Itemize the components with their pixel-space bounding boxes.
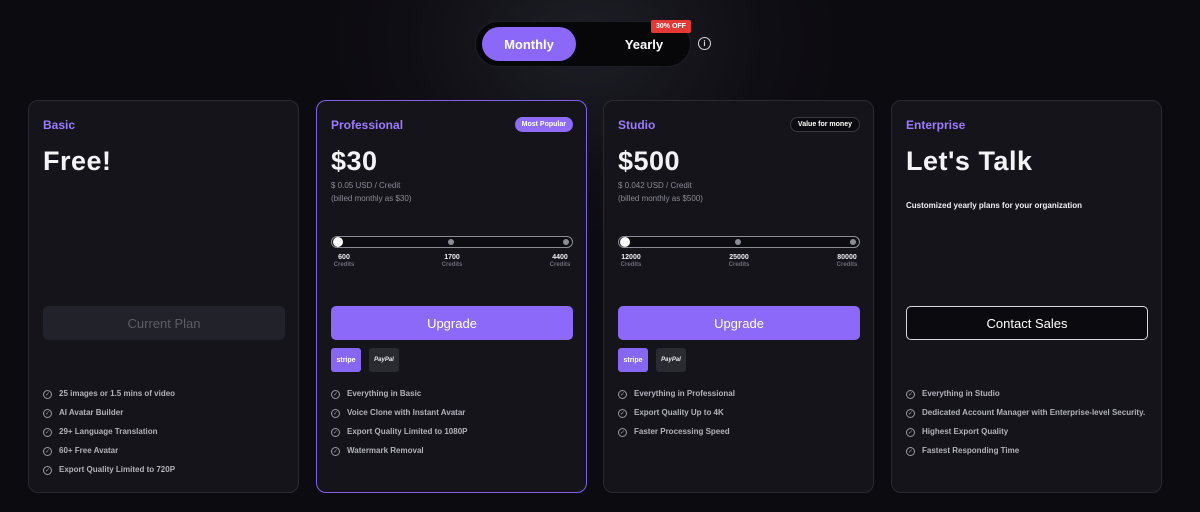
- feature-item: ✓ 29+ Language Translation: [43, 427, 158, 437]
- feature-list: ✓ Everything in Basic ✓ Voice Clone with I…: [331, 389, 576, 465]
- feature-list: ✓ Everything in Professional ✓ Export Qual…: [618, 389, 863, 446]
- check-circle-icon: ✓: [43, 466, 52, 475]
- plan-price: Free!: [43, 146, 112, 176]
- feature-item: ✓ Fastest Responding Time: [906, 446, 1020, 456]
- credits-slider[interactable]: [331, 236, 573, 248]
- feature-item: ✓ Watermark Removal: [331, 446, 424, 456]
- check-circle-icon: ✓: [906, 447, 915, 456]
- check-circle-icon: ✓: [43, 409, 52, 418]
- slider-step[interactable]: [448, 239, 454, 245]
- upgrade-button[interactable]: Upgrade: [331, 306, 573, 340]
- per-credit-price: $ 0.042 USD / Credit: [618, 181, 692, 190]
- billing-note: (billed monthly as $500): [618, 194, 703, 203]
- most-popular-badge: Most Popular: [514, 117, 573, 132]
- check-circle-icon: ✓: [618, 428, 627, 437]
- slider-tick: 12000 Credits: [620, 254, 642, 268]
- feature-item: ✓ Highest Export Quality: [906, 427, 1009, 437]
- slider-tick: 80000 Credits: [836, 254, 858, 268]
- slider-step[interactable]: [735, 239, 741, 245]
- slider-tick: 1700 Credits: [441, 254, 463, 268]
- paypal-logo[interactable]: PayPal: [656, 348, 686, 372]
- check-circle-icon: ✓: [906, 428, 915, 437]
- upgrade-button[interactable]: Upgrade: [618, 306, 860, 340]
- check-circle-icon: ✓: [43, 447, 52, 456]
- monthly-option[interactable]: Monthly: [482, 27, 576, 61]
- slider-tick: 25000 Credits: [728, 254, 750, 268]
- feature-item: ✓ Export Quality Limited to 720P: [43, 465, 176, 475]
- plan-name: Basic: [43, 118, 76, 132]
- plan-price: Let's Talk: [906, 146, 1033, 176]
- feature-item: ✓ Everything in Studio: [906, 389, 1000, 399]
- feature-item: ✓ 25 images or 1.5 mins of video: [43, 389, 176, 399]
- paypal-logo[interactable]: PayPal: [369, 348, 399, 372]
- plan-name: Studio: [618, 118, 656, 132]
- credits-slider[interactable]: [618, 236, 860, 248]
- check-circle-icon: ✓: [906, 390, 915, 399]
- feature-item: ✓ Everything in Professional: [618, 389, 735, 399]
- slider-step[interactable]: [563, 239, 569, 245]
- info-icon[interactable]: i: [698, 37, 711, 50]
- feature-item: ✓ Faster Processing Speed: [618, 427, 730, 437]
- plan-price: $500: [618, 146, 681, 176]
- check-circle-icon: ✓: [618, 409, 627, 418]
- feature-item: ✓ AI Avatar Builder: [43, 408, 124, 418]
- feature-item: ✓ Dedicated Account Manager with Enterpri…: [906, 408, 1146, 418]
- slider-handle[interactable]: [620, 237, 630, 247]
- discount-badge: 30% OFF: [651, 20, 691, 33]
- per-credit-price: $ 0.05 USD / Credit: [331, 181, 401, 190]
- plan-name: Enterprise: [906, 118, 966, 132]
- slider-step[interactable]: [850, 239, 856, 245]
- feature-item: ✓ 60+ Free Avatar: [43, 446, 119, 456]
- check-circle-icon: ✓: [618, 390, 627, 399]
- plan-card-professional: Professional Most Popular $30 $ 0.05 USD…: [316, 100, 587, 493]
- plan-card-studio: Studio Value for money $500 $ 0.042 USD …: [603, 100, 874, 493]
- slider-handle[interactable]: [333, 237, 343, 247]
- plan-name: Professional: [331, 118, 404, 132]
- check-circle-icon: ✓: [331, 447, 340, 456]
- plan-description: Customized yearly plans for your organiz…: [906, 201, 1083, 210]
- billing-note: (billed monthly as $30): [331, 194, 412, 203]
- feature-item: ✓ Export Quality Limited to 1080P: [331, 427, 468, 437]
- check-circle-icon: ✓: [43, 390, 52, 399]
- feature-list: ✓ Everything in Studio ✓ Dedicated Account…: [906, 389, 1151, 465]
- feature-item: ✓ Export Quality Up to 4K: [618, 408, 724, 418]
- stripe-logo[interactable]: stripe: [331, 348, 361, 372]
- feature-item: ✓ Voice Clone with Instant Avatar: [331, 408, 466, 418]
- plan-card-basic: Basic Free! Current Plan ✓ 25 images or 1…: [28, 100, 299, 493]
- check-circle-icon: ✓: [43, 428, 52, 437]
- plan-price: $30: [331, 146, 378, 176]
- check-circle-icon: ✓: [331, 428, 340, 437]
- current-plan-button[interactable]: Current Plan: [43, 306, 285, 340]
- check-circle-icon: ✓: [906, 409, 915, 418]
- check-circle-icon: ✓: [331, 409, 340, 418]
- plan-card-enterprise: Enterprise Let's Talk Customized yearly …: [891, 100, 1162, 493]
- contact-sales-button[interactable]: Contact Sales: [906, 306, 1148, 340]
- value-for-money-badge: Value for money: [789, 117, 860, 132]
- stripe-logo[interactable]: stripe: [618, 348, 648, 372]
- slider-tick: 4400 Credits: [549, 254, 571, 268]
- check-circle-icon: ✓: [331, 390, 340, 399]
- slider-tick: 600 Credits: [333, 254, 355, 268]
- feature-list: ✓ 25 images or 1.5 mins of video ✓ AI Avat…: [43, 389, 288, 484]
- feature-item: ✓ Everything in Basic: [331, 389, 422, 399]
